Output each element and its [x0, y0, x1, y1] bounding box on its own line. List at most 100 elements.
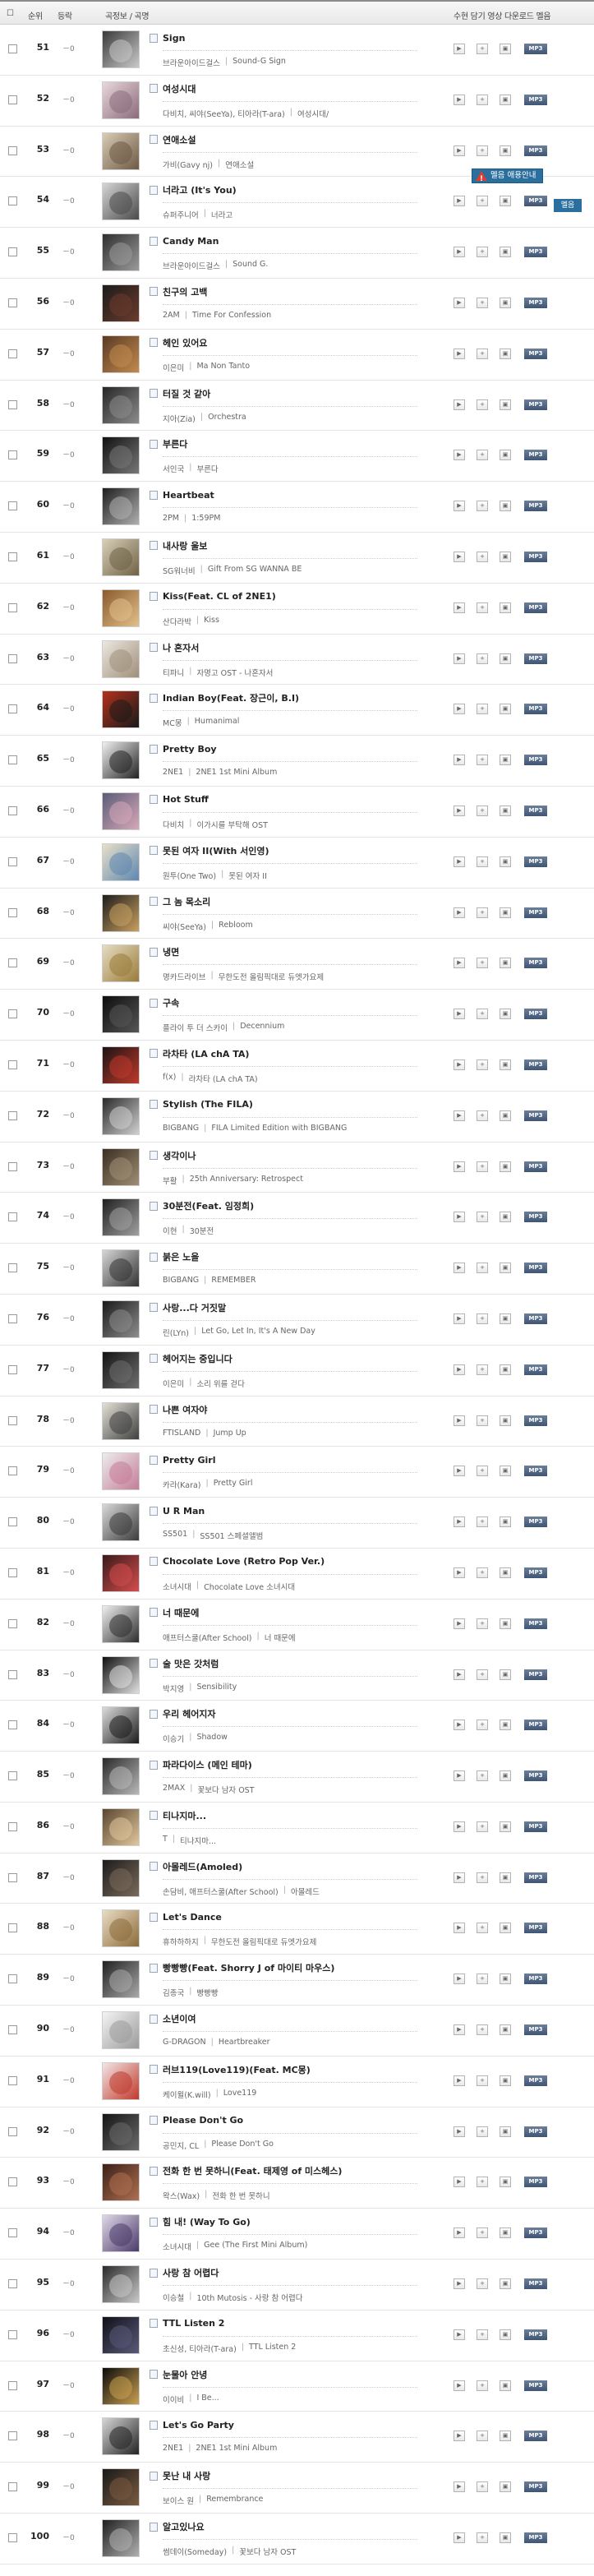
- add-icon[interactable]: +: [477, 1263, 488, 1274]
- add-icon[interactable]: +: [477, 196, 488, 207]
- lyrics-icon[interactable]: [150, 1252, 158, 1262]
- album-art[interactable]: [102, 1452, 140, 1491]
- album-name[interactable]: Gee (The First Mini Album): [204, 2241, 307, 2252]
- artist-name[interactable]: 이승기: [163, 1733, 184, 1744]
- play-icon[interactable]: ▶: [454, 2075, 465, 2086]
- mp3-download-button[interactable]: MP3: [524, 1923, 547, 1934]
- album-name[interactable]: 꽃보다 남자 OST: [197, 1784, 254, 1795]
- album-name[interactable]: REMEMBER: [211, 1276, 256, 1285]
- row-checkbox[interactable]: [8, 2126, 17, 2136]
- song-title[interactable]: 친구의 고백: [163, 285, 207, 298]
- song-title[interactable]: 못난 내 사랑: [163, 2469, 210, 2482]
- mp3-download-button[interactable]: MP3: [524, 247, 547, 258]
- video-icon[interactable]: ▣: [500, 1466, 511, 1477]
- row-checkbox[interactable]: [8, 1923, 17, 1933]
- row-checkbox[interactable]: [8, 1364, 17, 1374]
- artist-name[interactable]: 보이스 원: [163, 2495, 194, 2506]
- album-name[interactable]: 부른다: [196, 463, 218, 474]
- lyrics-icon[interactable]: [150, 236, 158, 246]
- video-icon[interactable]: ▣: [500, 2380, 511, 2391]
- play-icon[interactable]: ▶: [454, 1415, 465, 1426]
- album-art[interactable]: [102, 2315, 140, 2354]
- row-checkbox[interactable]: [8, 95, 17, 104]
- album-art[interactable]: [102, 1858, 140, 1897]
- mp3-download-button[interactable]: MP3: [524, 2380, 547, 2391]
- lyrics-icon[interactable]: [150, 1760, 158, 1770]
- mp3-download-button[interactable]: MP3: [524, 551, 547, 562]
- row-checkbox[interactable]: [8, 2533, 17, 2543]
- song-title[interactable]: Chocolate Love (Retro Pop Ver.): [163, 1556, 325, 1567]
- album-art[interactable]: [102, 233, 140, 272]
- play-icon[interactable]: ▶: [454, 1669, 465, 1680]
- lyrics-icon[interactable]: [150, 338, 158, 348]
- mp3-download-button[interactable]: MP3: [524, 907, 547, 918]
- album-art[interactable]: [102, 639, 140, 678]
- add-icon[interactable]: +: [477, 501, 488, 512]
- mp3-download-button[interactable]: MP3: [524, 1263, 547, 1274]
- play-icon[interactable]: ▶: [454, 2126, 465, 2137]
- lyrics-icon[interactable]: [150, 1303, 158, 1313]
- play-icon[interactable]: ▶: [454, 2431, 465, 2442]
- album-name[interactable]: Remembrance: [206, 2495, 263, 2506]
- play-icon[interactable]: ▶: [454, 1720, 465, 1731]
- add-icon[interactable]: +: [477, 805, 488, 816]
- song-title[interactable]: Heartbeat: [163, 490, 214, 501]
- song-title[interactable]: 나 혼자서: [163, 641, 199, 654]
- song-title[interactable]: 30분전(Feat. 임정희): [163, 1199, 254, 1212]
- album-name[interactable]: TTL Listen 2: [249, 2343, 296, 2354]
- album-name[interactable]: 라차타 (LA chA TA): [189, 1073, 258, 1084]
- mp3-download-button[interactable]: MP3: [524, 1212, 547, 1223]
- song-title[interactable]: 구속: [163, 996, 179, 1009]
- album-art[interactable]: [102, 589, 140, 627]
- video-icon[interactable]: ▣: [500, 2227, 511, 2239]
- mp3-download-button[interactable]: MP3: [524, 1110, 547, 1121]
- row-checkbox[interactable]: [8, 450, 17, 460]
- lyrics-icon[interactable]: [150, 592, 158, 602]
- album-art[interactable]: [102, 995, 140, 1034]
- album-name[interactable]: Let Go, Let In, It's A New Day: [201, 1327, 315, 1338]
- add-icon[interactable]: +: [477, 1212, 488, 1223]
- video-icon[interactable]: ▣: [500, 94, 511, 105]
- video-icon[interactable]: ▣: [500, 1720, 511, 1731]
- mp3-download-button[interactable]: MP3: [524, 653, 547, 664]
- video-icon[interactable]: ▣: [500, 1821, 511, 1832]
- row-checkbox[interactable]: [8, 399, 17, 409]
- mp3-download-button[interactable]: MP3: [524, 1821, 547, 1832]
- add-icon[interactable]: +: [477, 1567, 488, 1578]
- album-art[interactable]: [102, 893, 140, 932]
- play-icon[interactable]: ▶: [454, 2177, 465, 2188]
- mp3-download-button[interactable]: MP3: [524, 450, 547, 461]
- video-icon[interactable]: ▣: [500, 1974, 511, 1985]
- play-icon[interactable]: ▶: [454, 1110, 465, 1121]
- video-icon[interactable]: ▣: [500, 805, 511, 816]
- mp3-download-button[interactable]: MP3: [524, 602, 547, 613]
- song-title[interactable]: Pretty Boy: [163, 744, 217, 755]
- row-checkbox[interactable]: [8, 1466, 17, 1476]
- row-checkbox[interactable]: [8, 2380, 17, 2390]
- mp3-download-button[interactable]: MP3: [524, 2126, 547, 2137]
- artist-name[interactable]: 브라운아이드걸스: [163, 57, 220, 68]
- album-art[interactable]: [102, 1350, 140, 1389]
- song-title[interactable]: 파라다이스 (메인 테마): [163, 1758, 252, 1771]
- video-icon[interactable]: ▣: [500, 247, 511, 258]
- add-icon[interactable]: +: [477, 602, 488, 613]
- row-checkbox[interactable]: [8, 2431, 17, 2441]
- lyrics-icon[interactable]: [150, 1354, 158, 1364]
- artist-name[interactable]: 원투(One Two): [163, 870, 216, 881]
- play-icon[interactable]: ▶: [454, 2024, 465, 2036]
- artist-name[interactable]: 썸데이(Someday): [163, 2546, 227, 2557]
- add-icon[interactable]: +: [477, 1821, 488, 1832]
- lyrics-icon[interactable]: [150, 1557, 158, 1567]
- add-icon[interactable]: +: [477, 2126, 488, 2137]
- lyrics-icon[interactable]: [150, 541, 158, 551]
- artist-name[interactable]: 부활: [163, 1175, 177, 1186]
- album-name[interactable]: Ma Non Tanto: [196, 362, 250, 373]
- mp3-download-button[interactable]: MP3: [524, 856, 547, 867]
- song-title[interactable]: Sign: [163, 33, 185, 44]
- lyrics-icon[interactable]: [150, 84, 158, 94]
- play-icon[interactable]: ▶: [454, 1517, 465, 1528]
- play-icon[interactable]: ▶: [454, 2481, 465, 2493]
- add-icon[interactable]: +: [477, 94, 488, 105]
- artist-name[interactable]: 김종국: [163, 1987, 184, 1998]
- artist-name[interactable]: 2PM: [163, 514, 179, 523]
